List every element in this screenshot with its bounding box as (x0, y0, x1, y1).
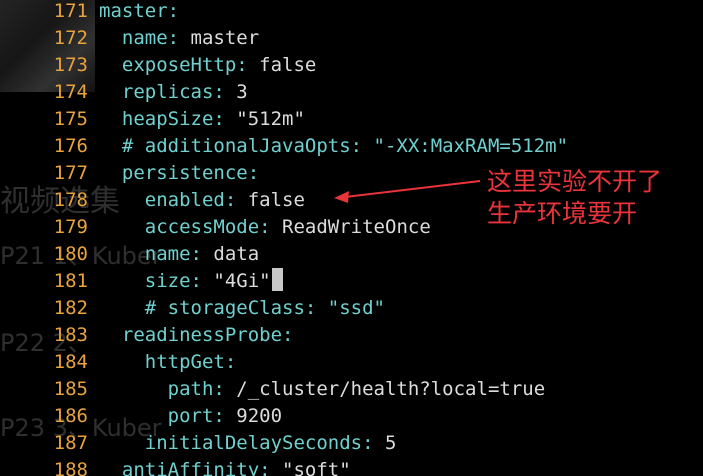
annotation-line-2: 生产环境要开 (487, 199, 638, 228)
annotation-note: 这里实验不开了 生产环境要开 (487, 166, 687, 230)
annotation-arrow (334, 180, 481, 203)
terminal-editor[interactable]: 视频选集 P21 1、Kuber P22 2、 P23 3、Kuber 171 m… (0, 0, 703, 476)
annotation-line-1: 这里实验不开了 (487, 167, 663, 196)
